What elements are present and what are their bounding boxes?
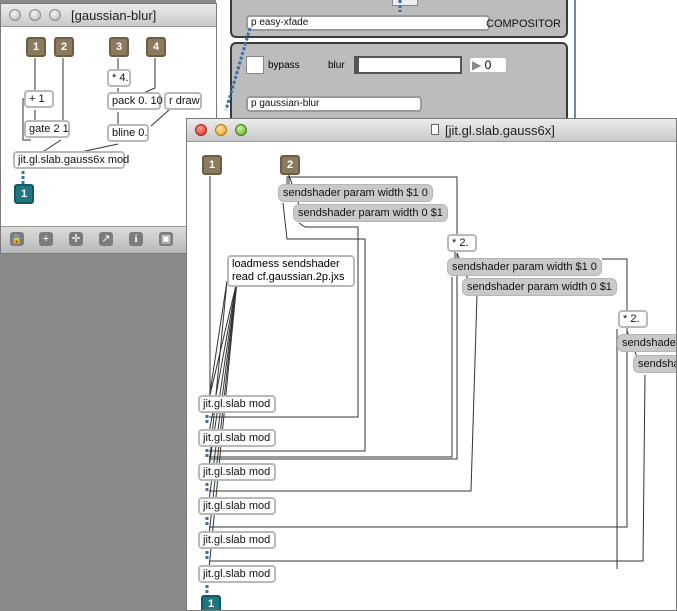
- gaussian-blur-window: [gaussian-blur] 1 2 3 4 + 1 gate 2 1 * 4…: [0, 3, 217, 254]
- inlet-1[interactable]: 1: [26, 37, 46, 57]
- gate-object[interactable]: gate 2 1: [24, 120, 70, 138]
- patcher-toolbar: 🔒 + ✛ ↗ i ▣: [1, 226, 216, 253]
- message-width-y-1[interactable]: sendshader param width 0 $1: [293, 204, 448, 222]
- chart-icon[interactable]: ↗: [99, 232, 113, 246]
- bline-object[interactable]: bline 0.: [107, 124, 149, 142]
- message-width-x-1[interactable]: sendshader param width $1 0: [278, 184, 433, 202]
- loadmess-object[interactable]: loadmess sendshader read cf.gaussian.2p.…: [227, 255, 355, 287]
- inlet-2[interactable]: 2: [54, 37, 74, 57]
- window-icon[interactable]: ▣: [159, 232, 173, 246]
- gauss6x-object[interactable]: jit.gl.slab.gauss6x mod: [13, 151, 129, 169]
- slab-object-2[interactable]: jit.gl.slab mod: [198, 429, 276, 447]
- message-width-y-3[interactable]: sendsha: [633, 355, 676, 373]
- outlet-1[interactable]: 1: [14, 184, 34, 204]
- slab-object-1[interactable]: jit.gl.slab mod: [198, 395, 276, 413]
- info-icon[interactable]: i: [129, 232, 143, 246]
- times-two-object-1[interactable]: * 2.: [447, 234, 477, 252]
- gauss6x-window: [jit.gl.slab.gauss6x] 1 2 sendshader par…: [186, 118, 677, 611]
- message-width-x-2[interactable]: sendshader param width $1 0: [447, 258, 602, 276]
- lock-icon[interactable]: 🔒: [10, 232, 24, 246]
- outlet-1[interactable]: 1: [201, 595, 221, 610]
- times-four-object[interactable]: * 4.: [107, 69, 131, 87]
- inlet-2[interactable]: 2: [280, 155, 300, 175]
- plus-icon[interactable]: +: [39, 232, 53, 246]
- move-icon[interactable]: ✛: [69, 232, 83, 246]
- slab-object-3[interactable]: jit.gl.slab mod: [198, 463, 276, 481]
- r-draw-object[interactable]: r draw: [164, 92, 202, 110]
- slab-object-4[interactable]: jit.gl.slab mod: [198, 497, 276, 515]
- pack-object[interactable]: pack 0. 10: [107, 92, 163, 110]
- slab-object-6[interactable]: jit.gl.slab mod: [198, 565, 276, 583]
- slab-object-5[interactable]: jit.gl.slab mod: [198, 531, 276, 549]
- loadmess-line-1: loadmess sendshader: [232, 258, 340, 270]
- inlet-3[interactable]: 3: [109, 37, 129, 57]
- loadmess-line-2: read cf.gaussian.2p.jxs: [232, 271, 345, 283]
- plus-one-object[interactable]: + 1: [24, 90, 54, 108]
- message-width-x-3[interactable]: sendshade: [617, 334, 676, 352]
- message-width-y-2[interactable]: sendshader param width 0 $1: [462, 278, 617, 296]
- inlet-4[interactable]: 4: [146, 37, 166, 57]
- inlet-1[interactable]: 1: [202, 155, 222, 175]
- times-two-object-2[interactable]: * 2.: [618, 310, 648, 328]
